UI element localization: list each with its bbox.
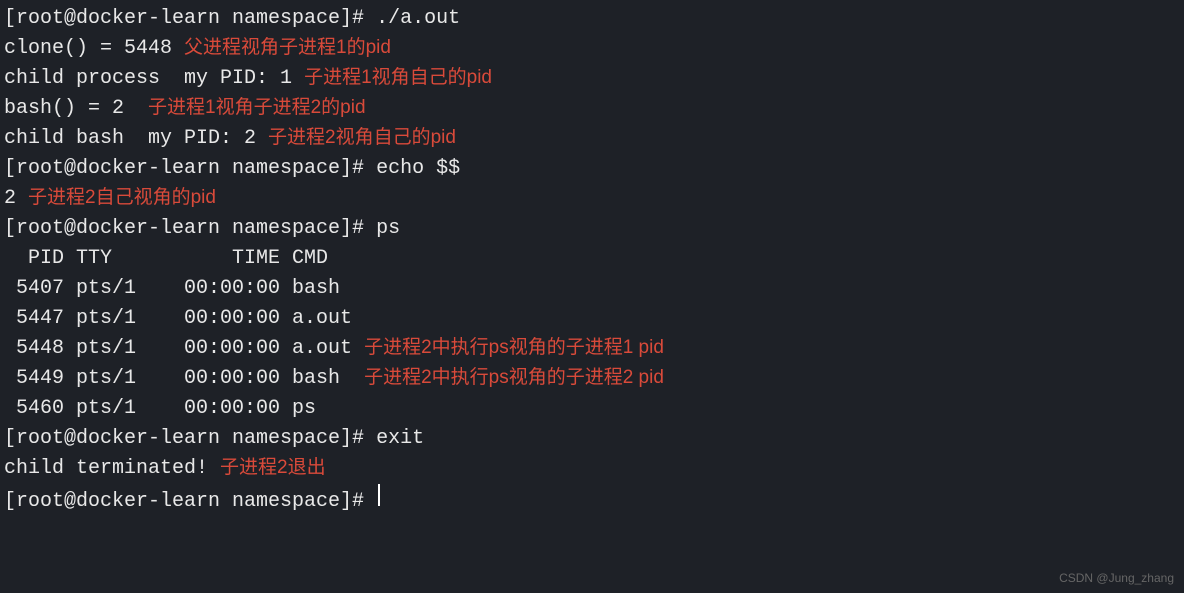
ps-row: 5460 pts/1 00:00:00 ps <box>4 394 1180 424</box>
terminal-line-15: child terminated! 子进程2退出 <box>4 454 1180 484</box>
command: exit <box>376 424 424 454</box>
ps-row-text: 5448 pts/1 00:00:00 a.out <box>4 334 364 364</box>
annotation: 子进程2退出 <box>220 454 326 483</box>
terminal-line-6: [root@docker-learn namespace]# echo $$ <box>4 154 1180 184</box>
output-text: clone() = 5448 <box>4 34 184 64</box>
ps-row: 5448 pts/1 00:00:00 a.out 子进程2中执行ps视角的子进… <box>4 334 1180 364</box>
annotation: 子进程2中执行ps视角的子进程1 pid <box>364 334 664 363</box>
cursor-icon <box>378 484 380 506</box>
terminal-line-14: [root@docker-learn namespace]# exit <box>4 424 1180 454</box>
ps-row: 5449 pts/1 00:00:00 bash 子进程2中执行ps视角的子进程… <box>4 364 1180 394</box>
annotation: 子进程2视角自己的pid <box>268 124 456 153</box>
ps-row-text: 5460 pts/1 00:00:00 ps <box>4 394 316 424</box>
terminal-line-2: clone() = 5448 父进程视角子进程1的pid <box>4 34 1180 64</box>
output-text: 2 <box>4 184 28 214</box>
output-text: child terminated! <box>4 454 220 484</box>
terminal-line-4: bash() = 2 子进程1视角子进程2的pid <box>4 94 1180 124</box>
ps-row-text: 5407 pts/1 00:00:00 bash <box>4 274 340 304</box>
command: ps <box>376 214 400 244</box>
terminal-line-8: [root@docker-learn namespace]# ps <box>4 214 1180 244</box>
prompt: [root@docker-learn namespace]# <box>4 154 376 184</box>
terminal-line-7: 2 子进程2自己视角的pid <box>4 184 1180 214</box>
ps-row-text: 5449 pts/1 00:00:00 bash <box>4 364 364 394</box>
terminal-line-1: [root@docker-learn namespace]# ./a.out <box>4 4 1180 34</box>
watermark: CSDN @Jung_zhang <box>1059 569 1174 587</box>
prompt: [root@docker-learn namespace]# <box>4 214 376 244</box>
annotation: 子进程2中执行ps视角的子进程2 pid <box>364 364 664 393</box>
ps-row-text: 5447 pts/1 00:00:00 a.out <box>4 304 352 334</box>
annotation: 父进程视角子进程1的pid <box>184 34 391 63</box>
terminal-line-5: child bash my PID: 2 子进程2视角自己的pid <box>4 124 1180 154</box>
ps-header: PID TTY TIME CMD <box>4 244 1180 274</box>
ps-header-text: PID TTY TIME CMD <box>4 244 328 274</box>
ps-row: 5407 pts/1 00:00:00 bash <box>4 274 1180 304</box>
command: echo $$ <box>376 154 460 184</box>
terminal-line-3: child process my PID: 1 子进程1视角自己的pid <box>4 64 1180 94</box>
ps-row: 5447 pts/1 00:00:00 a.out <box>4 304 1180 334</box>
annotation: 子进程1视角自己的pid <box>304 64 492 93</box>
output-text: child process my PID: 1 <box>4 64 304 94</box>
annotation: 子进程2自己视角的pid <box>28 184 216 213</box>
terminal-line-16[interactable]: [root@docker-learn namespace]# <box>4 484 1180 517</box>
prompt: [root@docker-learn namespace]# <box>4 487 376 517</box>
annotation: 子进程1视角子进程2的pid <box>148 94 366 123</box>
prompt: [root@docker-learn namespace]# <box>4 424 376 454</box>
command: ./a.out <box>376 4 460 34</box>
output-text: child bash my PID: 2 <box>4 124 268 154</box>
prompt: [root@docker-learn namespace]# <box>4 4 376 34</box>
output-text: bash() = 2 <box>4 94 148 124</box>
